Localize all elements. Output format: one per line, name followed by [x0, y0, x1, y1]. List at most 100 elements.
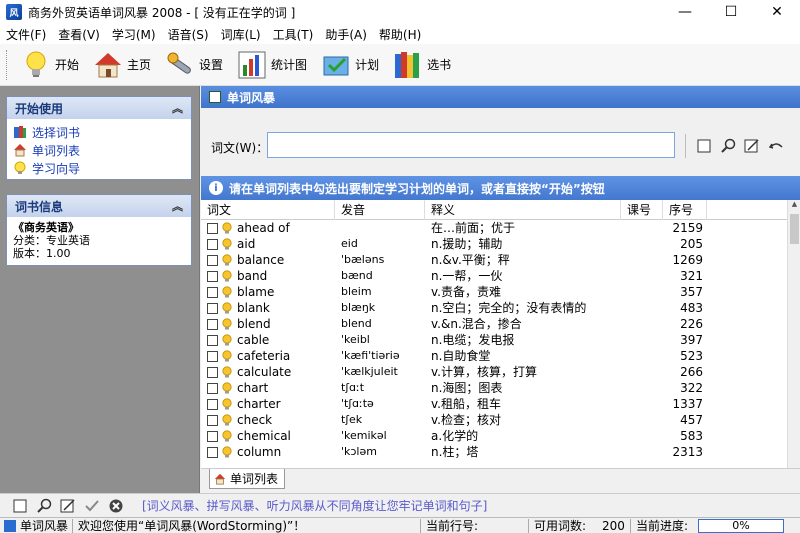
menu-tools[interactable]: 工具(T): [267, 26, 320, 43]
row-checkbox[interactable]: [207, 302, 218, 314]
row-checkbox[interactable]: [207, 254, 218, 266]
table-row[interactable]: check tʃek v.检查；核对 457: [201, 412, 787, 428]
row-checkbox[interactable]: [207, 286, 218, 298]
tab-word-list[interactable]: 单词列表: [209, 469, 285, 489]
menu-voice[interactable]: 语音(S): [162, 26, 215, 43]
table-row[interactable]: charter 'tʃɑːtə v.租船，租车 1337: [201, 396, 787, 412]
link-study-wizard[interactable]: 学习向导: [13, 159, 185, 177]
cell-definition: n.自助食堂: [431, 349, 491, 363]
word-table: 词文 发音 释义 课号 序号 ahead of 在…前面；优于 2159 aid eid…: [201, 200, 800, 468]
maximize-button[interactable]: ☐: [708, 0, 754, 24]
link-choose-book[interactable]: 选择词书: [13, 123, 185, 141]
lightbulb-icon: [222, 286, 232, 298]
row-checkbox[interactable]: [207, 350, 218, 362]
menu-view[interactable]: 查看(V): [52, 26, 106, 43]
col-lesson[interactable]: 课号: [621, 200, 663, 220]
col-number[interactable]: 序号: [663, 200, 707, 220]
lightbulb-icon: [222, 366, 232, 378]
table-row[interactable]: ahead of 在…前面；优于 2159: [201, 220, 787, 236]
row-checkbox[interactable]: [207, 414, 218, 426]
row-checkbox[interactable]: [207, 430, 218, 442]
table-row[interactable]: chemical 'kemikəl a.化学的 583: [201, 428, 787, 444]
col-definition[interactable]: 释义: [425, 200, 621, 220]
scroll-thumb[interactable]: [790, 214, 799, 244]
table-row[interactable]: cable 'keibl n.电缆；发电报 397: [201, 332, 787, 348]
scroll-up-icon[interactable]: ▲: [788, 200, 800, 212]
book-info-header[interactable]: 词书信息 ︽: [7, 195, 191, 217]
link-word-list[interactable]: 单词列表: [13, 141, 185, 159]
edit-note-icon[interactable]: [60, 498, 76, 514]
row-checkbox[interactable]: [207, 222, 218, 234]
table-row[interactable]: band bænd n.一帮，一伙 321: [201, 268, 787, 284]
table-row[interactable]: blend blend v.&n.混合，掺合 226: [201, 316, 787, 332]
cell-definition: v.计算，核算，打算: [431, 365, 537, 379]
word-input[interactable]: [267, 132, 675, 158]
row-checkbox[interactable]: [207, 382, 218, 394]
collapse-icon[interactable]: ︽: [172, 100, 183, 116]
row-checkbox[interactable]: [207, 366, 218, 378]
collapse-icon[interactable]: ︽: [172, 198, 183, 214]
cell-phonetic: 'keibl: [341, 333, 370, 346]
table-row[interactable]: cafeteria 'kæfi'tiəriə n.自助食堂 523: [201, 348, 787, 364]
row-checkbox[interactable]: [207, 334, 218, 346]
table-row[interactable]: chart tʃɑːt n.海图；图表 322: [201, 380, 787, 396]
lightbulb-icon: [222, 222, 232, 234]
lightbulb-icon: [222, 254, 232, 266]
table-row[interactable]: aid eid n.援助；辅助 205: [201, 236, 787, 252]
cell-lesson: [621, 396, 663, 412]
menu-help[interactable]: 帮助(H): [373, 26, 427, 43]
settings-button[interactable]: 设置: [161, 47, 233, 83]
search-icon[interactable]: [36, 498, 52, 514]
menu-assistant[interactable]: 助手(A): [319, 26, 373, 43]
main-panel: 单词风暴 词文(W)： i 请在单词列表中勾选出要制定学习计划的单词，或者直接按…: [201, 86, 800, 493]
status-bar: 单词风暴 欢迎您使用“单词风暴(WordStorming)”！ 当前行号: 可用…: [0, 517, 800, 533]
cell-phonetic: bleim: [341, 285, 372, 298]
table-row[interactable]: blank blæŋk n.空白；完全的；没有表情的 483: [201, 300, 787, 316]
home-button[interactable]: 主页: [89, 47, 161, 83]
checkmark-icon[interactable]: [84, 498, 100, 514]
status-app: 单词风暴: [20, 519, 69, 533]
stats-button[interactable]: 统计图: [233, 47, 317, 83]
col-phonetic[interactable]: 发音: [335, 200, 425, 220]
choose-book-button[interactable]: 选书: [389, 47, 461, 83]
menu-library[interactable]: 词库(L): [215, 26, 267, 43]
col-word[interactable]: 词文: [201, 200, 335, 220]
menu-file[interactable]: 文件(F): [0, 26, 52, 43]
table-row[interactable]: column 'kɔləm n.柱；塔 2313: [201, 444, 787, 460]
checkbox-icon[interactable]: [696, 138, 712, 154]
cell-number: 523: [680, 349, 703, 363]
cell-phonetic: [335, 220, 425, 236]
cell-number: 357: [680, 285, 703, 299]
cell-word: calculate: [201, 364, 335, 380]
table-row[interactable]: blame bleim v.责备，责难 357: [201, 284, 787, 300]
cancel-icon[interactable]: [108, 498, 124, 514]
mode-hint: [词义风暴、拼写风暴、听力风暴从不同角度让您牢记单词和句子]: [142, 499, 488, 513]
checkbox-icon[interactable]: [12, 498, 28, 514]
plan-button[interactable]: 计划: [317, 47, 389, 83]
menu-study[interactable]: 学习(M): [106, 26, 162, 43]
undo-icon[interactable]: [768, 138, 784, 154]
vertical-scrollbar[interactable]: ▲: [787, 200, 800, 468]
cell-phonetic: blend: [341, 317, 372, 330]
minimize-button[interactable]: —: [662, 0, 708, 24]
start-button[interactable]: 开始: [17, 47, 89, 83]
row-checkbox[interactable]: [207, 398, 218, 410]
row-checkbox[interactable]: [207, 238, 218, 250]
edit-note-icon[interactable]: [744, 138, 760, 154]
close-button[interactable]: ✕: [754, 0, 800, 24]
cell-number: 583: [680, 429, 703, 443]
table-row[interactable]: calculate 'kælkjuleit v.计算，核算，打算 266: [201, 364, 787, 380]
search-icon[interactable]: [720, 138, 736, 154]
cell-word: chemical: [201, 428, 335, 444]
lightbulb-icon: [222, 270, 232, 282]
start-panel-header[interactable]: 开始使用 ︽: [7, 97, 191, 119]
row-checkbox[interactable]: [207, 318, 218, 330]
row-checkbox[interactable]: [207, 270, 218, 282]
row-checkbox[interactable]: [207, 446, 218, 458]
lightbulb-icon: [222, 350, 232, 362]
table-row[interactable]: balance 'bæləns n.&v.平衡；秤 1269: [201, 252, 787, 268]
toolbar-grip[interactable]: [6, 49, 9, 80]
cell-word: chart: [201, 380, 335, 396]
cell-number: 457: [680, 413, 703, 427]
house-icon: [93, 50, 123, 80]
